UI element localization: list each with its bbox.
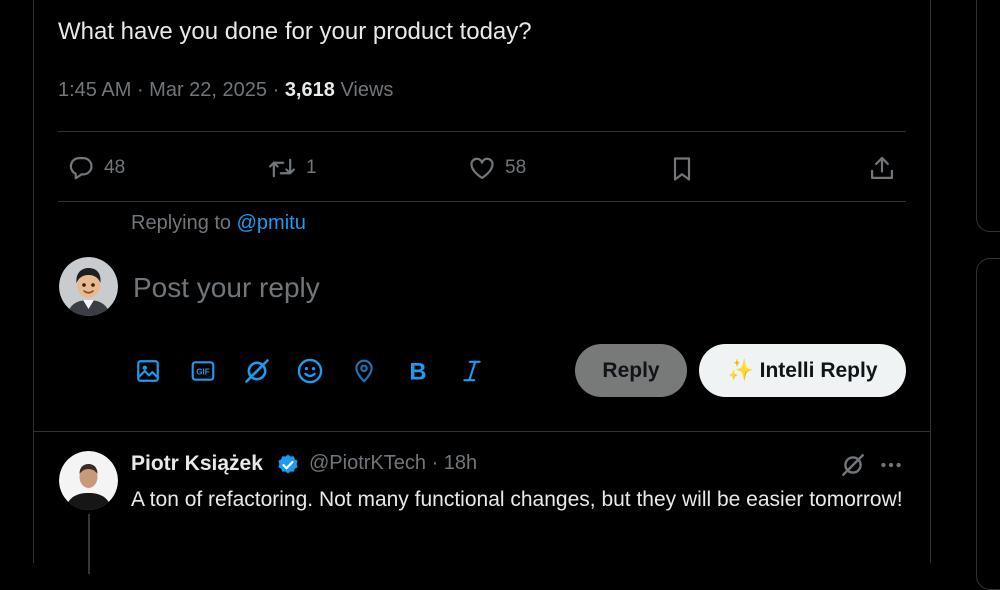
column-right-border	[930, 0, 931, 563]
like-count: 58	[505, 157, 527, 178]
reply-tweet-text: A ton of refactoring. Not many functiona…	[131, 488, 903, 511]
tweet-date[interactable]: Mar 22, 2025	[149, 79, 267, 101]
comment-icon	[69, 156, 93, 180]
like-action[interactable]: 58	[467, 154, 526, 182]
divider	[58, 131, 906, 132]
more-icon	[881, 462, 901, 468]
intelli-reply-button[interactable]: ✨ Intelli Reply	[699, 344, 906, 397]
avatar[interactable]	[59, 257, 118, 316]
grok-button[interactable]	[242, 356, 272, 386]
thread-connector	[88, 514, 90, 574]
smiley-icon	[297, 358, 323, 384]
right-sidebar-card	[976, 0, 1000, 232]
right-sidebar-card	[976, 258, 1000, 590]
replying-to: Replying to @pmitu	[131, 212, 306, 235]
divider	[33, 431, 931, 432]
meta-separator: ·	[431, 452, 444, 474]
reply-timestamp[interactable]: 18h	[444, 452, 477, 474]
views-count: 3,618	[284, 79, 335, 101]
gif-icon: GIF	[191, 361, 215, 381]
grok-icon	[842, 454, 864, 476]
svg-text:GIF: GIF	[196, 368, 210, 377]
bold-button[interactable]: B	[403, 356, 433, 386]
reply-author-avatar[interactable]	[59, 451, 118, 510]
emoji-button[interactable]	[295, 356, 325, 386]
reply-input[interactable]	[131, 266, 695, 310]
repost-action[interactable]: 1	[266, 154, 317, 182]
italic-button[interactable]	[457, 356, 487, 386]
grok-icon	[245, 359, 269, 383]
tweet-text: What have you done for your product toda…	[58, 18, 532, 45]
italic-icon	[463, 360, 481, 382]
share-icon	[870, 156, 894, 180]
divider	[58, 201, 906, 202]
svg-text:B: B	[409, 359, 426, 385]
reply-action[interactable]: 48	[66, 154, 125, 182]
author-name[interactable]: Piotr Książek	[131, 452, 263, 476]
media-button[interactable]	[133, 356, 163, 386]
reply-button[interactable]: Reply	[575, 344, 687, 397]
image-icon	[137, 360, 159, 382]
meta-separator: ·	[136, 79, 150, 101]
grok-explain-button[interactable]	[838, 450, 868, 480]
repost-icon	[268, 158, 296, 178]
bold-icon: B	[409, 359, 426, 385]
heart-icon	[470, 157, 494, 180]
author-meta: @PiotrKTech · 18h	[309, 452, 477, 475]
replying-prefix: Replying to	[131, 212, 232, 234]
gif-button[interactable]: GIF	[188, 356, 218, 386]
views-label: Views	[340, 79, 394, 101]
meta-separator: ·	[272, 79, 285, 101]
intelli-reply-label: Intelli Reply	[759, 358, 878, 382]
location-button[interactable]	[349, 356, 379, 386]
tweet-meta: 1:45 AM · Mar 22, 2025 · 3,618 Views	[58, 79, 393, 102]
sparkles-icon: ✨	[727, 358, 754, 382]
location-pin-icon	[355, 359, 373, 383]
tweet-time[interactable]: 1:45 AM	[58, 79, 131, 101]
more-options-button[interactable]	[876, 450, 906, 480]
verified-badge-icon	[276, 453, 300, 482]
bookmark-action[interactable]	[668, 154, 696, 184]
repost-count: 1	[306, 157, 317, 178]
replying-handle[interactable]: @pmitu	[237, 212, 306, 234]
bookmark-icon	[673, 157, 691, 181]
reply-count: 48	[104, 157, 126, 178]
share-action[interactable]	[868, 153, 896, 183]
author-handle[interactable]: @PiotrKTech	[309, 452, 426, 474]
column-left-border	[33, 0, 34, 563]
